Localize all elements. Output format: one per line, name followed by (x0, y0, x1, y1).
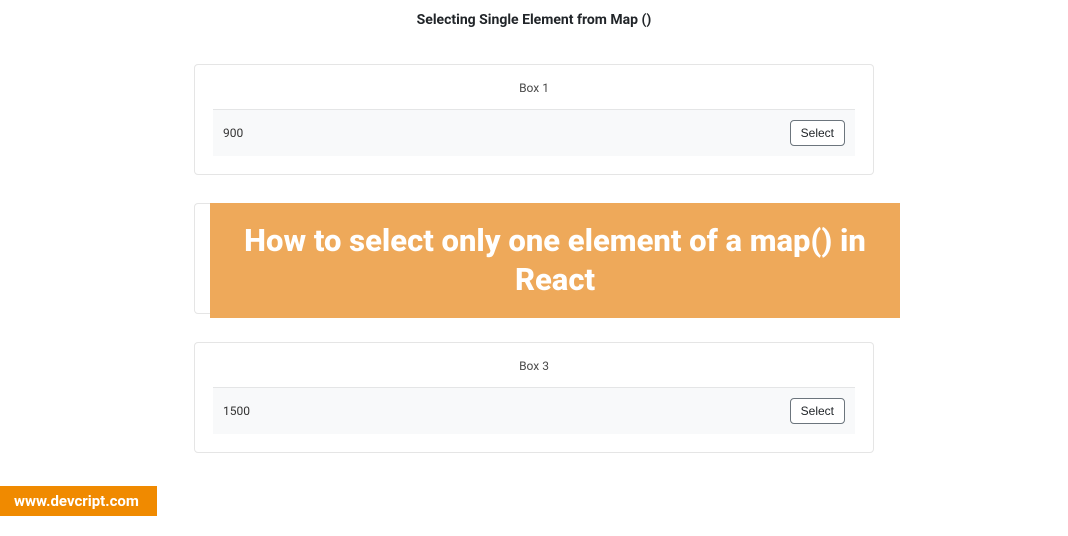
select-button[interactable]: Select (790, 120, 845, 146)
page-title: Selecting Single Element from Map () (0, 0, 1068, 36)
box-title: Box 3 (213, 359, 855, 373)
select-button[interactable]: Select (790, 398, 845, 424)
box-value: 1500 (223, 404, 250, 418)
box-row: 900 Select (213, 109, 855, 156)
box-value: 900 (223, 126, 243, 140)
box-title: Box 1 (213, 81, 855, 95)
overlay-headline: How to select only one element of a map(… (230, 222, 880, 300)
box-card-1: Box 1 900 Select (194, 64, 874, 175)
overlay-banner: How to select only one element of a map(… (210, 203, 900, 318)
box-card-3: Box 3 1500 Select (194, 342, 874, 453)
box-row: 1500 Select (213, 387, 855, 434)
watermark: www.devcript.com (0, 486, 157, 516)
